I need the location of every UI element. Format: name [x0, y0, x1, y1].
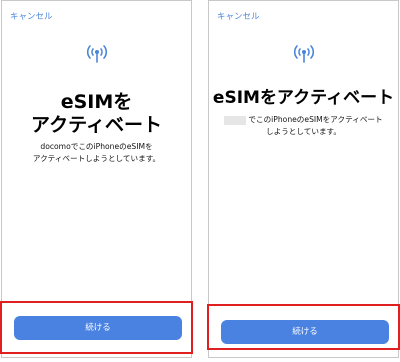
- title-line-2: アクティベート: [31, 114, 162, 136]
- highlight-box: [207, 304, 400, 350]
- description: でこのiPhoneのeSIMをアクティベート しようとしています。: [209, 114, 398, 138]
- description-line-1: でこのiPhoneのeSIMをアクティベート: [209, 114, 398, 126]
- description-line-2: アクティベートしようとしています。: [32, 154, 161, 163]
- cancel-button[interactable]: キャンセル: [10, 10, 53, 22]
- description-line-1: docomoでこのiPhoneのeSIMを: [40, 142, 153, 151]
- antenna-signal-icon: [86, 45, 108, 63]
- page-title: eSIMをアクティベート: [212, 88, 395, 108]
- title-line-1: eSIMを: [60, 91, 133, 113]
- antenna-signal-icon: [293, 45, 315, 63]
- page-title: eSIMを アクティベート: [2, 91, 191, 137]
- description-line-1-text: でこのiPhoneのeSIMをアクティベート: [248, 115, 383, 124]
- cancel-button[interactable]: キャンセル: [217, 10, 260, 22]
- highlight-box: [0, 301, 193, 354]
- description: docomoでこのiPhoneのeSIMを アクティベートしようとしています。: [2, 141, 191, 165]
- description-line-2: しようとしています。: [266, 127, 341, 136]
- redacted-carrier-name: [224, 115, 247, 125]
